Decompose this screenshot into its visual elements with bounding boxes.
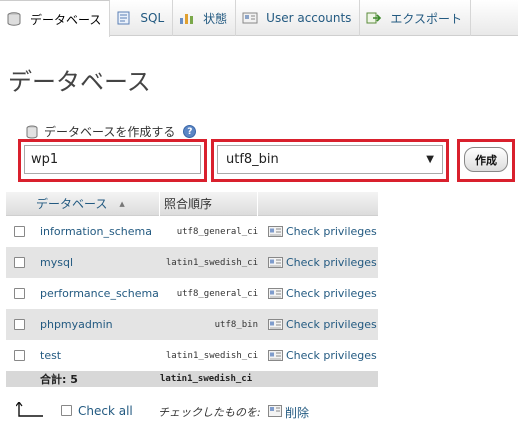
create-database-label: データベースを作成する — [44, 125, 176, 139]
database-link[interactable]: mysql — [40, 256, 164, 269]
row-checkbox[interactable] — [14, 350, 25, 361]
header-database[interactable]: データベース ▲ — [36, 191, 160, 216]
database-link[interactable]: test — [40, 349, 164, 362]
create-database-legend: データベースを作成する ? — [26, 123, 197, 140]
tab-label: 状態 — [203, 11, 228, 26]
tab-databases[interactable]: データベース — [0, 0, 111, 37]
dropdown-arrow-icon: ▼ — [426, 154, 434, 165]
page-title: データベース — [8, 68, 151, 96]
tab-status[interactable]: 状態 — [173, 0, 237, 36]
delete-icon[interactable] — [268, 405, 282, 417]
database-link[interactable]: performance_schema — [40, 287, 164, 300]
tab-user-accounts[interactable]: User accounts — [236, 0, 361, 36]
row-checkbox[interactable] — [14, 226, 25, 237]
row-collation: utf8_bin — [214, 319, 258, 330]
row-collation: latin1_swedish_ci — [165, 257, 258, 268]
top-tab-bar: データベース SQL 状態 User accounts エクスポート — [0, 0, 518, 37]
with-selected-label: チェックしたものを: — [158, 406, 261, 419]
check-privileges-link[interactable]: Check privileges — [262, 256, 377, 269]
privileges-icon — [268, 257, 283, 268]
check-privileges-link[interactable]: Check privileges — [262, 225, 377, 238]
table-footer: 合計: 5 latin1_swedish_ci — [6, 371, 378, 387]
users-icon — [242, 12, 258, 24]
tab-label: User accounts — [266, 11, 352, 25]
tab-sql[interactable]: SQL — [110, 0, 174, 36]
privileges-icon — [268, 226, 283, 237]
sort-asc-icon: ▲ — [119, 199, 125, 208]
table-row: phpmyadmin utf8_bin Check privileges — [6, 309, 378, 340]
arrow-ltr-icon — [16, 402, 43, 417]
table-header: データベース ▲ 照合順序 — [6, 191, 378, 216]
database-icon — [7, 12, 21, 26]
check-privileges-link[interactable]: Check privileges — [262, 287, 377, 300]
database-link[interactable]: phpmyadmin — [40, 318, 164, 331]
table-row: information_schema utf8_general_ci Check… — [6, 216, 378, 247]
privileges-icon — [268, 350, 283, 361]
header-collation: 照合順序 — [160, 191, 258, 216]
help-icon[interactable]: ? — [183, 125, 197, 138]
row-checkbox[interactable] — [14, 319, 25, 330]
row-collation: utf8_general_ci — [176, 288, 258, 299]
tab-label: データベース — [30, 12, 102, 27]
bulk-actions: Check all チェックしたものを: 削除 — [0, 400, 518, 422]
status-icon — [180, 14, 194, 24]
database-link[interactable]: information_schema — [40, 225, 164, 238]
table-row: mysql latin1_swedish_ci Check privileges — [6, 247, 378, 278]
export-icon — [366, 12, 382, 24]
create-button[interactable]: 作成 — [464, 147, 508, 172]
total-count: 合計: 5 — [40, 373, 78, 386]
privileges-icon — [268, 288, 283, 299]
tab-export[interactable]: エクスポート — [360, 0, 472, 36]
table-row: performance_schema utf8_general_ci Check… — [6, 278, 378, 309]
sql-icon — [117, 11, 130, 25]
databases-table: データベース ▲ 照合順序 information_schema utf8_ge… — [6, 191, 378, 387]
database-name-input[interactable] — [24, 145, 201, 174]
tab-label: エクスポート — [390, 11, 463, 26]
database-icon — [26, 125, 38, 139]
privileges-icon — [268, 319, 283, 330]
check-all-label[interactable]: Check all — [78, 404, 133, 418]
row-checkbox[interactable] — [14, 288, 25, 299]
row-checkbox[interactable] — [14, 257, 25, 268]
row-collation: utf8_general_ci — [176, 226, 258, 237]
collation-selected-value: utf8_bin — [226, 152, 279, 167]
check-privileges-link[interactable]: Check privileges — [262, 318, 377, 331]
check-all-checkbox[interactable] — [61, 405, 72, 416]
collation-select[interactable]: utf8_bin ▼ — [217, 145, 443, 174]
default-collation: latin1_swedish_ci — [160, 374, 253, 384]
check-privileges-link[interactable]: Check privileges — [262, 349, 377, 362]
tab-label: SQL — [140, 11, 165, 25]
row-collation: latin1_swedish_ci — [165, 350, 258, 361]
delete-button[interactable]: 削除 — [285, 404, 309, 421]
table-row: test latin1_swedish_ci Check privileges — [6, 340, 378, 371]
